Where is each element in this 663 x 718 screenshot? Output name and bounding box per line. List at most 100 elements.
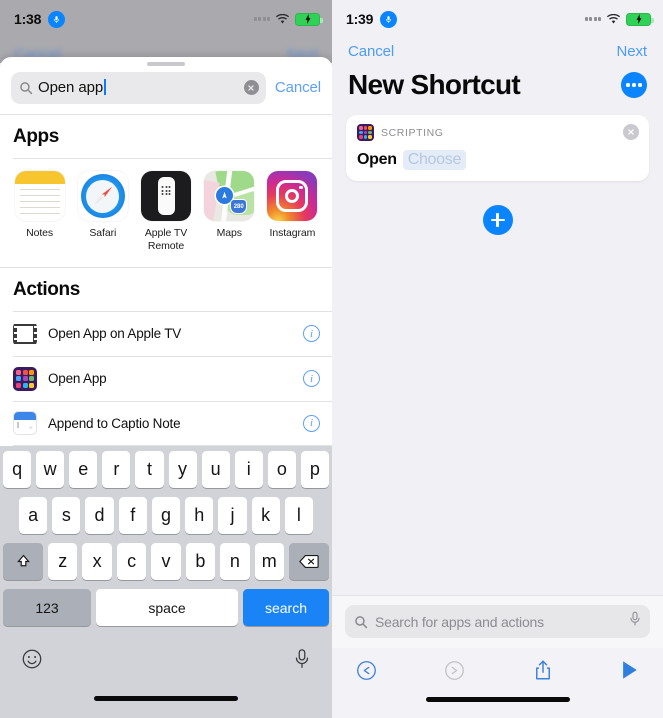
key-b[interactable]: b bbox=[185, 543, 216, 580]
text-caret bbox=[104, 79, 107, 96]
action-label: Open App on Apple TV bbox=[48, 326, 182, 342]
key-g[interactable]: g bbox=[151, 497, 181, 534]
action-row-append-to-captio-note[interactable]: + Append to Captio Note i bbox=[0, 401, 332, 445]
undo-icon[interactable] bbox=[356, 660, 377, 681]
home-indicator-area bbox=[3, 696, 329, 718]
emoji-key-icon[interactable] bbox=[21, 648, 43, 675]
next-button[interactable]: Next bbox=[617, 43, 648, 60]
key-z[interactable]: z bbox=[48, 543, 78, 580]
remove-action-icon[interactable] bbox=[623, 124, 639, 140]
key-e[interactable]: e bbox=[69, 451, 98, 488]
key-q[interactable]: q bbox=[3, 451, 32, 488]
status-bar-right bbox=[584, 12, 654, 26]
key-s[interactable]: s bbox=[52, 497, 81, 534]
app-item-notes[interactable]: Notes bbox=[8, 171, 71, 253]
key-v[interactable]: v bbox=[151, 543, 181, 580]
search-icon bbox=[355, 615, 368, 628]
share-icon[interactable] bbox=[533, 659, 553, 681]
keyboard-row-3: z x c v b n m bbox=[3, 543, 329, 580]
key-c[interactable]: c bbox=[116, 543, 147, 580]
key-n[interactable]: n bbox=[220, 543, 250, 580]
apps-row: Notes Safari Apple TV Remote 280 Maps In… bbox=[0, 158, 332, 259]
key-f[interactable]: f bbox=[118, 497, 147, 534]
bottom-dock: Search for apps and actions bbox=[332, 595, 663, 718]
instagram-app-icon bbox=[267, 171, 318, 222]
key-w[interactable]: w bbox=[36, 451, 65, 488]
actions-section-heading: Actions bbox=[13, 279, 80, 300]
key-m[interactable]: m bbox=[254, 543, 284, 580]
cellular-dots-icon bbox=[253, 17, 270, 21]
action-row-open-app-on-apple-tv[interactable]: Open App on Apple TV i bbox=[0, 312, 332, 356]
clear-circle-icon[interactable] bbox=[243, 80, 259, 96]
key-u[interactable]: u bbox=[201, 451, 230, 488]
shift-key-icon[interactable] bbox=[3, 543, 44, 580]
numbers-key[interactable]: 123 bbox=[3, 589, 91, 626]
key-p[interactable]: p bbox=[300, 451, 329, 488]
dictation-mic-icon[interactable] bbox=[629, 611, 641, 632]
app-item-instagram[interactable]: Instagram bbox=[261, 171, 324, 253]
home-indicator[interactable] bbox=[94, 696, 238, 701]
redo-icon[interactable] bbox=[444, 660, 465, 681]
key-h[interactable]: h bbox=[185, 497, 214, 534]
action-parameter-token[interactable]: Choose bbox=[402, 150, 467, 170]
info-icon[interactable]: i bbox=[303, 414, 320, 432]
action-label: Append to Captio Note bbox=[48, 415, 181, 431]
keyboard-row-2: a s d f g h j k l bbox=[3, 497, 329, 534]
key-r[interactable]: r bbox=[102, 451, 131, 488]
cancel-button[interactable]: Cancel bbox=[348, 43, 394, 60]
key-d[interactable]: d bbox=[85, 497, 114, 534]
status-time: 1:39 bbox=[346, 11, 374, 27]
keyboard-row-1: q w e r t y u i o p bbox=[3, 451, 329, 488]
key-t[interactable]: t bbox=[135, 451, 164, 488]
key-i[interactable]: i bbox=[234, 451, 263, 488]
search-input[interactable]: Open app bbox=[11, 71, 266, 104]
action-card[interactable]: SCRIPTING Open Choose bbox=[346, 115, 649, 181]
dock-search-input[interactable]: Search for apps and actions bbox=[345, 605, 650, 638]
app-item-maps[interactable]: 280 Maps bbox=[198, 171, 261, 253]
action-label: Open App bbox=[48, 371, 107, 386]
status-time: 1:38 bbox=[14, 11, 42, 27]
action-category-label: SCRIPTING bbox=[381, 126, 444, 139]
search-dock: Search for apps and actions bbox=[332, 595, 663, 648]
app-label: Apple TV Remote bbox=[144, 227, 188, 253]
cellular-dots-icon bbox=[584, 17, 601, 21]
action-card-body: Open Choose bbox=[357, 150, 638, 170]
apple-tv-remote-app-icon bbox=[141, 171, 191, 222]
action-row-open-app[interactable]: Open App i bbox=[0, 357, 332, 401]
home-indicator[interactable] bbox=[425, 697, 570, 702]
more-options-icon[interactable] bbox=[621, 72, 647, 98]
backspace-key-icon[interactable] bbox=[288, 543, 329, 580]
apps-section-heading: Apps bbox=[13, 125, 59, 147]
info-icon[interactable]: i bbox=[303, 325, 320, 343]
play-icon[interactable] bbox=[620, 660, 639, 680]
left-phone-screen: Cancel Next 1:38 Open app Cancel Apps No… bbox=[0, 0, 332, 718]
wifi-icon bbox=[606, 13, 621, 23]
key-y[interactable]: y bbox=[168, 451, 197, 488]
key-x[interactable]: x bbox=[82, 543, 112, 580]
dual-phone-screenshot: Cancel Next 1:38 Open app Cancel Apps No… bbox=[0, 0, 663, 718]
search-value: Open app bbox=[38, 79, 104, 97]
maps-app-icon: 280 bbox=[204, 171, 255, 222]
add-action-row bbox=[332, 205, 663, 235]
action-card-header: SCRIPTING bbox=[357, 124, 638, 141]
app-item-safari[interactable]: Safari bbox=[71, 171, 134, 253]
key-k[interactable]: k bbox=[251, 497, 280, 534]
search-return-key[interactable]: search bbox=[243, 589, 329, 626]
dictation-mic-icon[interactable] bbox=[293, 648, 311, 675]
editor-toolbar bbox=[332, 648, 663, 692]
search-cancel-button[interactable]: Cancel bbox=[275, 79, 321, 96]
info-icon[interactable]: i bbox=[303, 370, 320, 387]
action-verb: Open bbox=[357, 151, 397, 168]
space-key[interactable]: space bbox=[96, 589, 238, 626]
key-l[interactable]: l bbox=[284, 497, 313, 534]
microphone-badge-icon bbox=[48, 10, 66, 28]
key-a[interactable]: a bbox=[19, 497, 48, 534]
app-label: Notes bbox=[26, 227, 54, 240]
search-icon bbox=[20, 81, 33, 94]
key-o[interactable]: o bbox=[267, 451, 296, 488]
app-item-apple-tv-remote[interactable]: Apple TV Remote bbox=[134, 171, 197, 253]
keyboard-row-4: 123 space search bbox=[3, 589, 329, 626]
status-bar-left: 1:39 bbox=[346, 10, 398, 28]
add-action-plus-icon[interactable] bbox=[482, 205, 513, 235]
key-j[interactable]: j bbox=[218, 497, 247, 534]
